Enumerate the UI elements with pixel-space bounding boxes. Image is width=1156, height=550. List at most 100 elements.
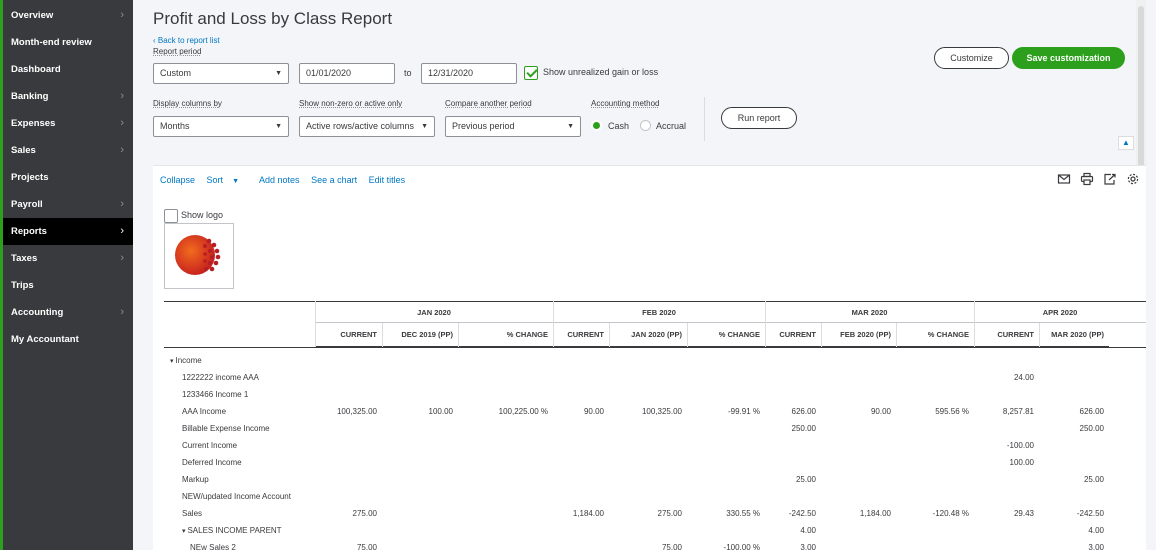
sidebar-item-my-accountant[interactable]: My Accountant (3, 326, 133, 353)
row-label-text: 1222222 income AAA (182, 373, 259, 382)
row-label-text: Deferred Income (182, 458, 242, 467)
chevron-right-icon: › (120, 306, 124, 318)
display-columns-select[interactable]: Months ▼ (153, 116, 289, 137)
non-zero-select[interactable]: Active rows/active columns ▼ (299, 116, 435, 137)
column-header[interactable]: CURRENT (553, 323, 609, 347)
row-label-text: Billable Expense Income (182, 424, 270, 433)
export-icon[interactable] (1103, 172, 1117, 186)
back-to-report-list-link[interactable]: ‹ Back to report list (153, 36, 220, 45)
email-icon[interactable] (1057, 172, 1071, 186)
chevron-up-icon[interactable]: ▲ (1118, 136, 1134, 150)
row-label: 1222222 income AAA (182, 369, 259, 386)
table-row: NEW/updated Income Account (164, 488, 1146, 505)
row-label-text: NEw Sales 2 (190, 543, 236, 550)
accrual-label: Accrual (656, 121, 687, 131)
column-header[interactable]: DEC 2019 (PP) (382, 323, 458, 347)
sidebar-item-accounting[interactable]: Accounting › (3, 299, 133, 326)
sidebar-item-expenses[interactable]: Expenses › (3, 110, 133, 137)
column-separator (553, 323, 554, 347)
table-cell: 75.00 (661, 543, 682, 550)
column-header[interactable]: CURRENT (974, 323, 1039, 347)
compare-period-select[interactable]: Previous period ▼ (445, 116, 581, 137)
run-report-button[interactable]: Run report (721, 107, 797, 129)
table-cell: 25.00 (1083, 475, 1104, 484)
column-header[interactable]: JAN 2020 (PP) (609, 323, 687, 347)
save-customization-button[interactable]: Save customization (1012, 47, 1125, 69)
edit-titles-link[interactable]: Edit titles (369, 175, 406, 185)
column-separator (821, 323, 822, 347)
page-title: Profit and Loss by Class Report (153, 9, 393, 28)
date-from-input[interactable]: 01/01/2020 (299, 63, 395, 84)
column-header[interactable]: % CHANGE (458, 323, 553, 347)
row-label: 1233466 Income 1 (182, 386, 248, 403)
chevron-right-icon: › (120, 225, 124, 237)
sidebar-item-sales[interactable]: Sales › (3, 137, 133, 164)
column-header[interactable]: % CHANGE (687, 323, 765, 347)
report-period-select[interactable]: Custom ▼ (153, 63, 289, 84)
sort-dropdown[interactable]: Sort ▼ (207, 175, 248, 185)
table-row: Current Income -100.00 (164, 437, 1146, 454)
table-cell: 275.00 (657, 509, 682, 518)
caret-down-icon: ▼ (567, 123, 574, 130)
report-tool-icons (1057, 172, 1140, 186)
sidebar-item-taxes[interactable]: Taxes › (3, 245, 133, 272)
table-cell: 75.00 (356, 543, 377, 550)
table-row: Billable Expense Income 250.00 250.00 (164, 420, 1146, 437)
chevron-right-icon: › (120, 90, 124, 102)
show-logo-checkbox[interactable] (164, 209, 178, 223)
table-cell: 25.00 (795, 475, 816, 484)
row-label: AAA Income (182, 403, 226, 420)
row-label: Markup (182, 471, 209, 488)
table-row: 1233466 Income 1 (164, 386, 1146, 403)
sort-label: Sort (206, 175, 224, 185)
column-header[interactable]: CURRENT (765, 323, 821, 347)
customize-button[interactable]: Customize (934, 47, 1009, 69)
column-header[interactable]: FEB 2020 (PP) (821, 323, 896, 347)
non-zero-label: Show non-zero or active only (299, 99, 403, 108)
chevron-right-icon: › (120, 198, 124, 210)
table-cell: 595.56 % (935, 407, 969, 416)
column-header[interactable]: CURRENT (315, 323, 382, 347)
row-label: Sales (182, 505, 202, 522)
sidebar-item-projects[interactable]: Projects (3, 164, 133, 191)
column-header[interactable]: % CHANGE (896, 323, 974, 347)
column-header[interactable]: MAR 2020 (PP) (1039, 323, 1109, 347)
add-notes-link[interactable]: Add notes (259, 175, 300, 185)
row-label: Deferred Income (182, 454, 242, 471)
sidebar-item-trips[interactable]: Trips (3, 272, 133, 299)
sidebar-item-overview[interactable]: Overview › (3, 2, 133, 29)
sidebar-item-banking[interactable]: Banking › (3, 83, 133, 110)
accrual-radio[interactable] (640, 120, 651, 131)
table-cell: 1,184.00 (859, 509, 891, 518)
caret-down-icon: ▼ (275, 123, 282, 130)
sidebar-item-dashboard[interactable]: Dashboard (3, 56, 133, 83)
sidebar-item-payroll[interactable]: Payroll › (3, 191, 133, 218)
row-label-text: Current Income (182, 441, 238, 450)
sidebar-item-label: Trips (11, 280, 34, 291)
table-row: Deferred Income 100.00 (164, 454, 1146, 471)
collapse-link[interactable]: Collapse (160, 175, 195, 185)
unrealized-gain-checkbox[interactable] (524, 66, 538, 80)
sidebar-item-label: Overview (11, 10, 54, 21)
see-chart-link[interactable]: See a chart (311, 175, 357, 185)
column-separator (458, 323, 459, 347)
date-to-input[interactable]: 12/31/2020 (421, 63, 517, 84)
table-cell: 4.00 (800, 526, 816, 535)
cash-radio[interactable] (591, 120, 602, 131)
accounting-method-label: Accounting method (591, 99, 660, 108)
table-cell: 100.00 (428, 407, 453, 416)
column-separator (382, 323, 383, 347)
print-icon[interactable] (1080, 172, 1094, 186)
to-label: to (404, 68, 412, 78)
settings-icon[interactable] (1126, 172, 1140, 186)
table-cell: -242.50 (1076, 509, 1104, 518)
table-row: 1222222 income AAA 24.00 (164, 369, 1146, 386)
sidebar-item-reports[interactable]: Reports › (3, 218, 133, 245)
report-period-label: Report period (153, 47, 202, 56)
display-columns-label: Display columns by (153, 99, 222, 108)
sidebar-item-month-end-review[interactable]: Month-end review (3, 29, 133, 56)
table-row: NEw Sales 2 75.00 75.00 -100.00 % 3.00 3.00 (164, 539, 1146, 550)
caret-down-icon: ▼ (275, 70, 282, 77)
table-cell: 4.00 (1088, 526, 1104, 535)
non-zero-value: Active rows/active columns (306, 121, 415, 131)
